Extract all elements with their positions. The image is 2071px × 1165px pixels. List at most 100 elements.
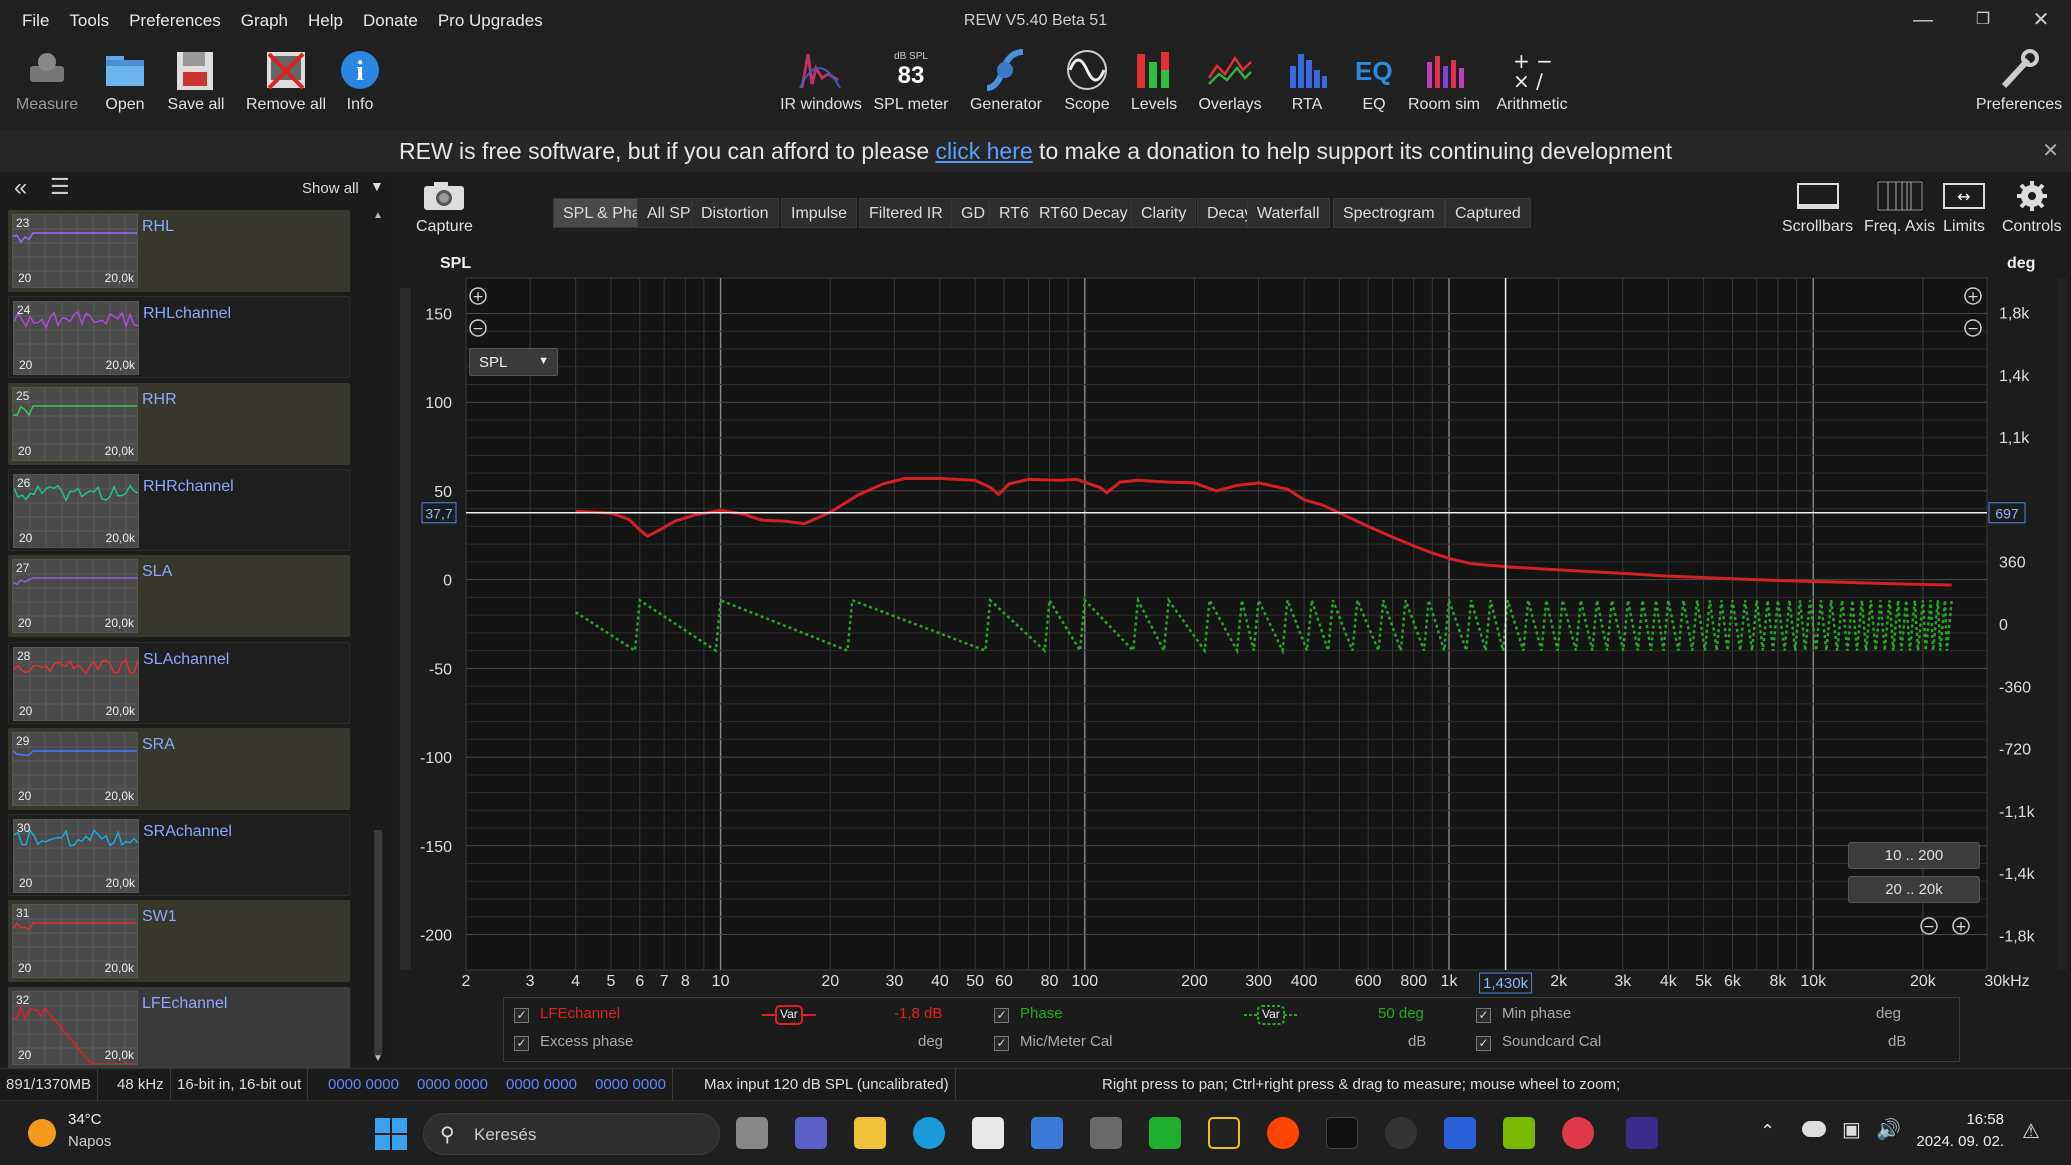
- measurement-item[interactable]: 29 20 20,0k SRA: [8, 727, 350, 810]
- taskbar-search[interactable]: ⚲ Keresés: [423, 1113, 720, 1155]
- volume-icon[interactable]: 🔊: [1876, 1117, 1901, 1142]
- menu-help[interactable]: Help: [298, 0, 353, 42]
- measurement-item[interactable]: 24 20 20,0k RHLchannel: [8, 296, 350, 379]
- scroll-up-icon[interactable]: ▲: [373, 210, 383, 221]
- menu-pro-upgrades[interactable]: Pro Upgrades: [428, 0, 553, 42]
- spreadsheet-icon[interactable]: [1149, 1117, 1181, 1149]
- store-icon[interactable]: [972, 1117, 1004, 1149]
- menu-donate[interactable]: Donate: [353, 0, 428, 42]
- legend-spl-var[interactable]: Var: [762, 1004, 816, 1030]
- show-all-dropdown[interactable]: Show all: [302, 180, 359, 197]
- tab-captured[interactable]: Captured: [1445, 198, 1531, 228]
- legend-phase-var[interactable]: Var: [1244, 1004, 1298, 1030]
- thumbnail-trace: [13, 922, 137, 931]
- clock-date[interactable]: 2024. 09. 02.: [1904, 1133, 2004, 1150]
- menu-graph[interactable]: Graph: [231, 0, 298, 42]
- spl-dropdown[interactable]: SPL ▼: [469, 348, 558, 376]
- windows-start-icon[interactable]: [374, 1117, 408, 1151]
- legend-soundcard-checkbox[interactable]: ✓: [1476, 1034, 1491, 1051]
- minimize-icon[interactable]: —: [1893, 0, 1953, 42]
- banner-close-icon[interactable]: ✕: [2042, 130, 2059, 172]
- close-icon[interactable]: ✕: [2011, 0, 2071, 42]
- preferences-button[interactable]: Preferences: [1971, 48, 2067, 114]
- speedtest-icon[interactable]: [1385, 1117, 1417, 1149]
- network-icon[interactable]: ▣: [1842, 1117, 1861, 1142]
- measure-button[interactable]: Measure: [6, 48, 88, 114]
- measurement-item[interactable]: 23 20 20,0k RHL: [8, 210, 350, 292]
- measurement-item[interactable]: 28 20 20,0k SLAchannel: [8, 641, 350, 724]
- info-button[interactable]: i Info: [319, 48, 401, 114]
- scroll-thumb[interactable]: [374, 830, 382, 1055]
- hwinfo-icon[interactable]: [1444, 1117, 1476, 1149]
- freq-axis-button[interactable]: Freq. Axis: [1864, 180, 1935, 236]
- legend-excess-checkbox[interactable]: ✓: [514, 1034, 529, 1051]
- maximize-icon[interactable]: ❐: [1953, 0, 2013, 42]
- tray-chevron-icon[interactable]: ⌃: [1760, 1121, 1775, 1142]
- legend-phase-checkbox[interactable]: ✓: [994, 1006, 1009, 1023]
- plex-icon[interactable]: [1208, 1117, 1240, 1149]
- tab-impulse[interactable]: Impulse: [781, 198, 858, 228]
- notification-bell-icon[interactable]: ⚠: [2022, 1119, 2040, 1144]
- overlays-button[interactable]: Overlays: [1189, 48, 1271, 114]
- calculator-icon[interactable]: [1090, 1117, 1122, 1149]
- capture-button[interactable]: Capture: [416, 180, 473, 236]
- weather-temp[interactable]: 34°C: [68, 1111, 102, 1128]
- freq-tick-label: 6k: [1724, 973, 1742, 990]
- measurement-item[interactable]: 32 20 20,0k LFEchannel: [8, 986, 350, 1069]
- scrollbars-button[interactable]: Scrollbars: [1782, 180, 1853, 236]
- graph-area[interactable]: 150 100 50 0 -50 -100 -150 -200 1,8k 1,4k 1,1k 360 0…: [392, 252, 2071, 1016]
- tab-waterfall[interactable]: Waterfall: [1247, 198, 1330, 228]
- tab-clarity[interactable]: Clarity: [1131, 198, 1197, 228]
- reddit-icon[interactable]: [1267, 1117, 1299, 1149]
- tiktok-icon[interactable]: [1326, 1117, 1358, 1149]
- legend-spl-checkbox[interactable]: ✓: [514, 1006, 529, 1023]
- dropdown-chevron-icon: ▼: [538, 355, 549, 367]
- edge-icon[interactable]: [913, 1117, 945, 1149]
- file-explorer-icon[interactable]: [854, 1117, 886, 1149]
- nvidia-icon[interactable]: [1503, 1117, 1535, 1149]
- measurement-item[interactable]: 26 20 20,0k RHRchannel: [8, 468, 350, 551]
- limits-button[interactable]: ↔ Limits: [1940, 180, 1988, 236]
- app-save-icon[interactable]: [1031, 1117, 1063, 1149]
- show-all-chevron-icon[interactable]: ▼: [370, 178, 384, 194]
- teams-icon[interactable]: [795, 1117, 827, 1149]
- menu-tools[interactable]: Tools: [59, 0, 119, 42]
- measurement-item[interactable]: 27 20 20,0k SLA: [8, 555, 350, 638]
- measurement-item[interactable]: 25 20 20,0k RHR: [8, 382, 350, 465]
- arithmetic-button[interactable]: + − × ∕ Arithmetic: [1491, 48, 1573, 114]
- tab-filtered-ir[interactable]: Filtered IR: [859, 198, 953, 228]
- panel-scrollbar[interactable]: ▲ ▼: [372, 210, 384, 1065]
- legend-minphase-checkbox[interactable]: ✓: [1476, 1006, 1491, 1023]
- tab-distortion[interactable]: Distortion: [691, 198, 779, 228]
- menu-file[interactable]: File: [0, 0, 59, 42]
- scroll-down-icon[interactable]: ▼: [373, 1053, 383, 1064]
- rew-icon[interactable]: [1626, 1117, 1658, 1149]
- save-all-button[interactable]: Save all: [155, 48, 237, 114]
- range-button-freq[interactable]: 20 .. 20k: [1848, 876, 1980, 903]
- room-sim-button[interactable]: Room sim: [1403, 48, 1485, 114]
- controls-button[interactable]: Controls: [2002, 180, 2062, 236]
- weather-condition[interactable]: Napos: [68, 1133, 111, 1150]
- onedrive-icon[interactable]: [1802, 1121, 1826, 1137]
- app-circle-icon[interactable]: [1562, 1117, 1594, 1149]
- remove-all-button[interactable]: Remove all: [245, 48, 327, 114]
- tab-rt60-decay[interactable]: RT60 Decay: [1029, 198, 1138, 228]
- donate-link[interactable]: click here: [936, 138, 1033, 164]
- tab-spectrogram[interactable]: Spectrogram: [1333, 198, 1445, 228]
- task-view-icon[interactable]: [736, 1117, 768, 1149]
- open-button[interactable]: Open: [84, 48, 166, 114]
- range-button-spl[interactable]: 10 .. 200: [1848, 842, 1980, 869]
- spl-phase-graph[interactable]: 150100500-50-100-150-2001,8k1,4k1,1k3600…: [392, 252, 2071, 1016]
- legend-mic-checkbox[interactable]: ✓: [994, 1034, 1009, 1051]
- collapse-icon[interactable]: «: [14, 174, 27, 202]
- ir-windows-button[interactable]: IR windows: [780, 48, 862, 114]
- measurement-item[interactable]: 30 20 20,0k SRAchannel: [8, 814, 350, 897]
- generator-button[interactable]: Generator: [965, 48, 1047, 114]
- clock-time[interactable]: 16:58: [1918, 1111, 2004, 1128]
- levels-button[interactable]: Levels: [1113, 48, 1195, 114]
- menu-icon[interactable]: ☰: [50, 174, 70, 200]
- svg-text:i: i: [356, 56, 364, 87]
- spl-meter-button[interactable]: dB SPL 83 SPL meter: [870, 48, 952, 114]
- menu-preferences[interactable]: Preferences: [119, 0, 231, 42]
- measurement-item[interactable]: 31 20 20,0k SW1: [8, 900, 350, 983]
